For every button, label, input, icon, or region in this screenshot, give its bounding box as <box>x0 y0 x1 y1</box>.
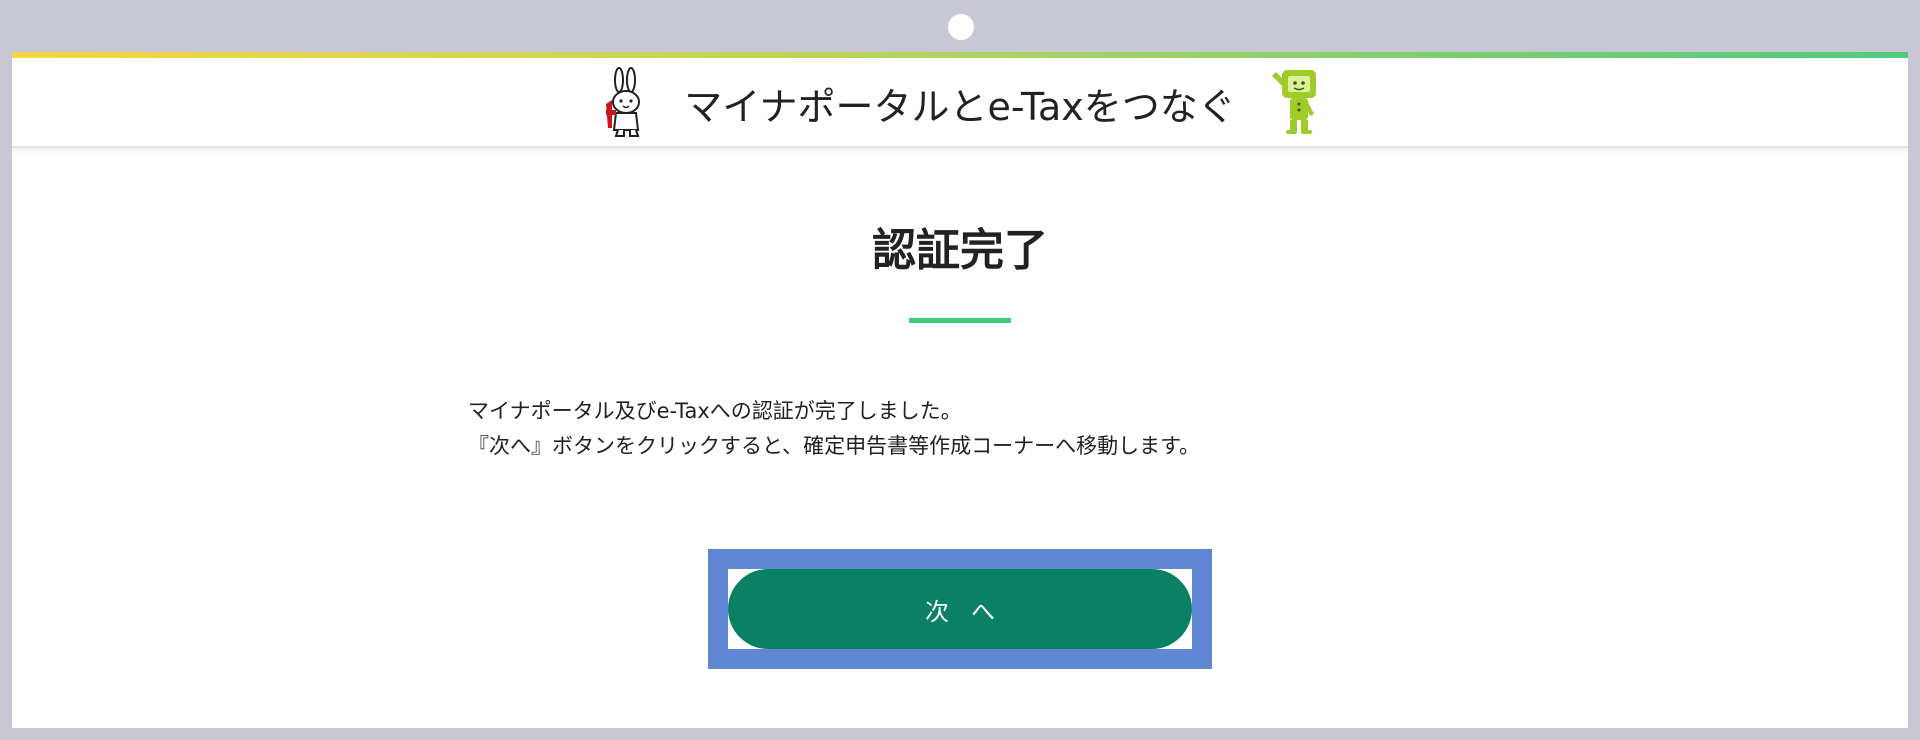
next-button-frame: 次へ <box>728 569 1192 649</box>
message-line-1: マイナポータル及びe-Taxへの認証が完了しました。 <box>468 399 962 423</box>
device-camera <box>948 14 974 40</box>
browser-screen: マイナポータルとe-Taxをつなぐ 認証完了 マイナポータル及びe-Taxへの認… <box>12 52 1908 728</box>
page-title: 認証完了 <box>872 225 1048 276</box>
page-header: マイナポータルとe-Taxをつなぐ <box>12 58 1908 148</box>
next-button-highlight: 次へ <box>708 549 1212 669</box>
completion-message: マイナポータル及びe-Taxへの認証が完了しました。 『次へ』ボタンをクリックす… <box>468 394 1200 464</box>
header-title: マイナポータルとe-Taxをつなぐ <box>684 85 1236 129</box>
next-button[interactable]: 次へ <box>728 569 1192 649</box>
etax-mascot-icon <box>1272 70 1316 134</box>
message-line-2: 『次へ』ボタンをクリックすると、確定申告書等作成コーナーへ移動します。 <box>468 434 1201 458</box>
title-underline <box>909 318 1011 323</box>
